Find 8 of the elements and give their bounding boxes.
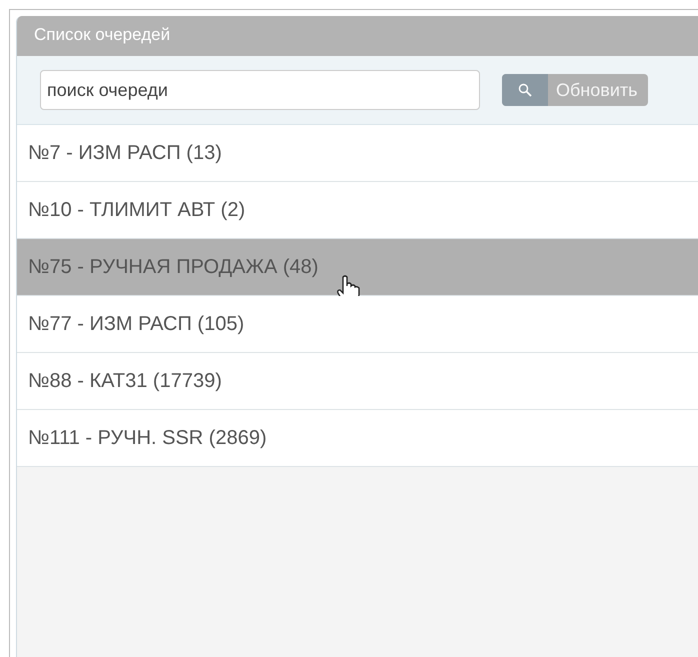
search-icon: [518, 83, 532, 97]
queue-item[interactable]: №10 - ТЛИМИТ АВТ (2): [17, 182, 698, 239]
panel-title: Список очередей: [34, 25, 170, 44]
queue-item[interactable]: №88 - КАТ31 (17739): [17, 353, 698, 410]
queue-item[interactable]: №7 - ИЗМ РАСП (13): [17, 125, 698, 182]
queue-item[interactable]: №77 - ИЗМ РАСП (105): [17, 296, 698, 353]
search-field[interactable]: поиск очереди: [40, 70, 480, 110]
queue-item[interactable]: №111 - РУЧН. SSR (2869): [17, 410, 698, 467]
